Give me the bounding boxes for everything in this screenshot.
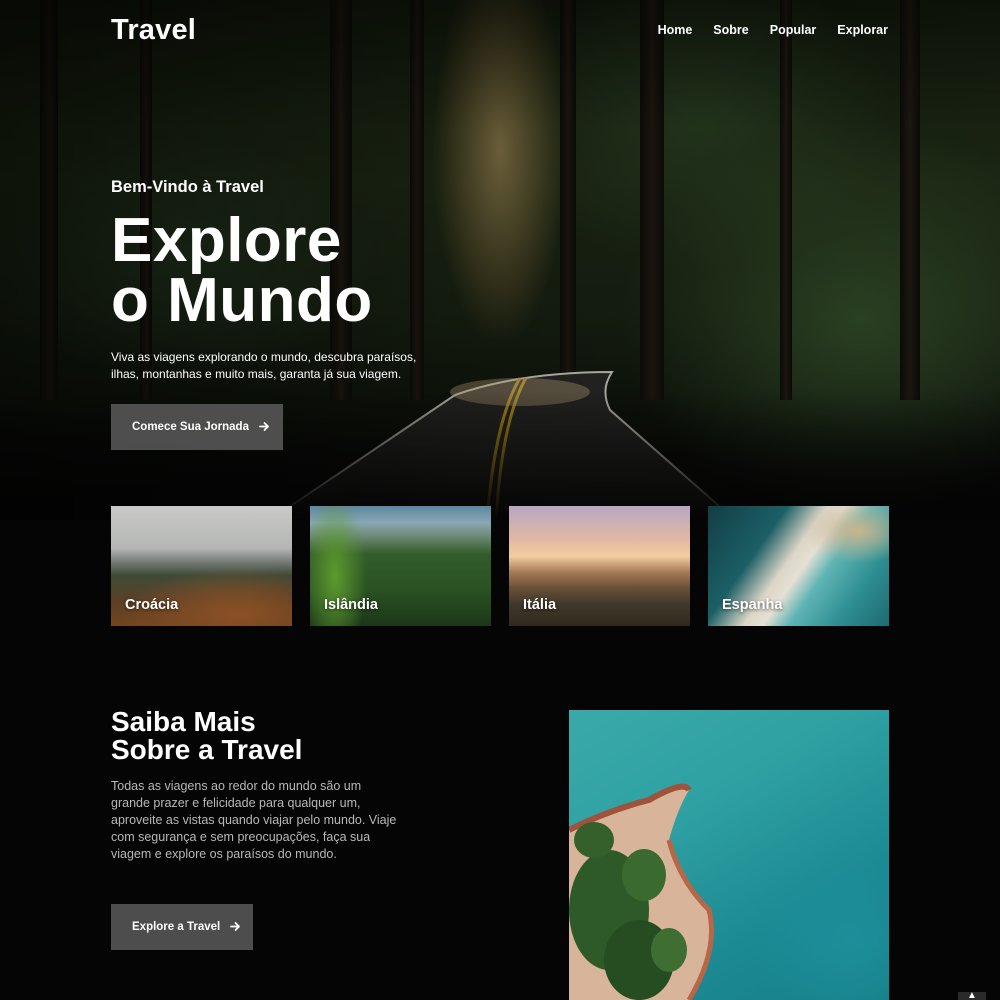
about-title: Saiba Mais Sobre a Travel xyxy=(111,708,401,764)
hero-content: Bem-Vindo à Travel Explore o Mundo Viva … xyxy=(111,178,471,382)
hero-kicker: Bem-Vindo à Travel xyxy=(111,178,264,196)
arrow-right-icon xyxy=(230,920,241,934)
hero-title-line2: o Mundo xyxy=(111,266,373,335)
nav-link-explorar[interactable]: Explorar xyxy=(837,23,888,37)
scroll-to-top-button[interactable]: ▲ xyxy=(958,990,986,1000)
destination-card-croacia[interactable]: Croácia xyxy=(111,506,292,626)
start-journey-button-label: Comece Sua Jornada xyxy=(132,421,249,433)
destination-card-label: Itália xyxy=(523,597,557,613)
brand-logo[interactable]: Travel xyxy=(111,14,196,47)
page: Travel Home Sobre Popular Explorar Bem-V… xyxy=(0,0,1000,1000)
destination-card-islandia[interactable]: Islândia xyxy=(310,506,491,626)
destination-card-label: Croácia xyxy=(125,597,179,613)
about-title-line1: Saiba Mais xyxy=(111,706,256,737)
about-content: Saiba Mais Sobre a Travel Todas as viage… xyxy=(111,708,401,863)
destination-card-espanha[interactable]: Espanha xyxy=(708,506,889,626)
destination-cards: Croácia Islândia Itália Espanha xyxy=(111,506,889,626)
top-navbar: Travel Home Sobre Popular Explorar xyxy=(111,0,888,60)
nav-link-sobre[interactable]: Sobre xyxy=(713,23,748,37)
destination-card-label: Islândia xyxy=(324,597,378,613)
about-description: Todas as viagens ao redor do mundo são u… xyxy=(111,779,397,861)
destination-card-label: Espanha xyxy=(722,597,783,613)
destination-card-italia[interactable]: Itália xyxy=(509,506,690,626)
nav-links: Home Sobre Popular Explorar xyxy=(658,23,888,37)
explore-travel-button[interactable]: Explore a Travel xyxy=(111,904,253,950)
explore-travel-button-label: Explore a Travel xyxy=(132,921,221,933)
about-title-line2: Sobre a Travel xyxy=(111,734,303,765)
nav-link-home[interactable]: Home xyxy=(658,23,693,37)
chevron-up-icon: ▲ xyxy=(967,990,977,1000)
hero-description: Viva as viagens explorando o mundo, desc… xyxy=(111,350,417,381)
arrow-right-icon xyxy=(259,420,270,434)
aerial-coast-illustration xyxy=(569,783,714,1000)
start-journey-button[interactable]: Comece Sua Jornada xyxy=(111,404,283,450)
nav-link-popular[interactable]: Popular xyxy=(770,23,817,37)
hero-title: Explore o Mundo xyxy=(111,206,471,335)
hero-title-line1: Explore xyxy=(111,206,342,275)
about-aerial-image xyxy=(569,710,889,1000)
